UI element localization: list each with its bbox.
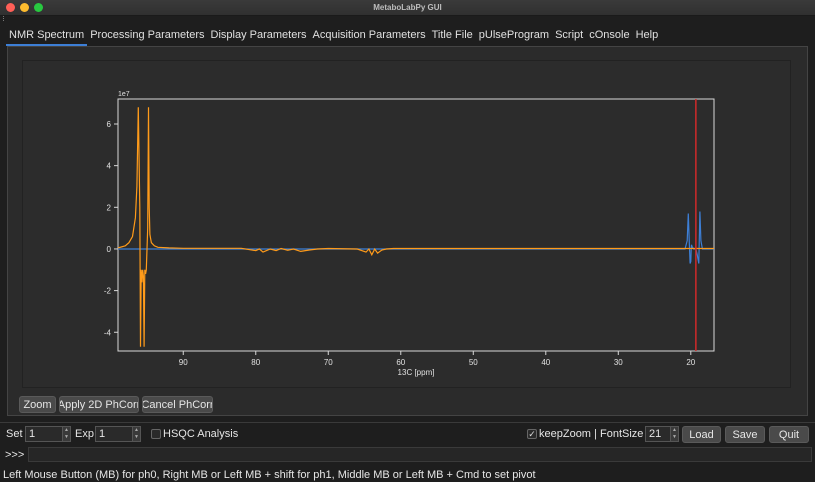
fontsize-label: FontSize xyxy=(600,428,644,440)
hsqc-analysis-label: HSQC Analysis xyxy=(163,428,239,440)
exp-label: Exp xyxy=(75,428,94,440)
x-tick-label: 70 xyxy=(324,358,333,367)
exp-stepper-icon[interactable]: ▲ ▼ xyxy=(132,427,140,441)
exp-spinbox[interactable]: 1 ▲ ▼ xyxy=(95,426,141,442)
x-tick-label: 60 xyxy=(396,358,405,367)
y-tick-label: 2 xyxy=(107,203,112,212)
x-tick-label: 50 xyxy=(469,358,478,367)
tab-display-parameters[interactable]: Display Parameters xyxy=(208,28,310,46)
tab-script[interactable]: Script xyxy=(552,28,586,46)
fontsize-stepper-icon[interactable]: ▲ ▼ xyxy=(670,427,678,441)
save-button[interactable]: Save xyxy=(725,426,765,443)
y-tick-label: 0 xyxy=(107,245,112,254)
fontsize-spinbox[interactable]: 21 ▲ ▼ xyxy=(645,426,679,442)
exp-value: 1 xyxy=(99,428,106,440)
load-button[interactable]: Load xyxy=(682,426,721,443)
y-tick-label: -4 xyxy=(104,328,112,337)
spectrum-line-orange xyxy=(118,107,714,347)
set-spinbox[interactable]: 1 ▲ ▼ xyxy=(25,426,71,442)
x-tick-label: 30 xyxy=(614,358,623,367)
status-bar-text: Left Mouse Button (MB) for ph0, Right MB… xyxy=(3,469,536,481)
tab-title-file[interactable]: Title File xyxy=(429,28,476,46)
keepzoom-label: keepZoom | xyxy=(539,428,597,440)
apply-2d-phcorr-button[interactable]: Apply 2D PhCorr xyxy=(59,396,139,413)
toolbar-grip[interactable] xyxy=(3,16,5,21)
console-input[interactable] xyxy=(28,447,812,462)
keepzoom-checkbox[interactable]: ✓ xyxy=(527,429,537,439)
axes-frame xyxy=(117,98,715,352)
quit-button[interactable]: Quit xyxy=(769,426,809,443)
spectrum-line-blue xyxy=(118,211,714,264)
fontsize-value: 21 xyxy=(649,428,662,440)
tab-pulse-program[interactable]: pUlseProgram xyxy=(476,28,552,46)
tab-console[interactable]: cOnsole xyxy=(586,28,632,46)
y-tick-label: 4 xyxy=(107,162,112,171)
set-stepper-icon[interactable]: ▲ ▼ xyxy=(62,427,70,441)
x-axis-label: 13C [ppm] xyxy=(398,368,435,377)
console-prompt: >>> xyxy=(5,449,25,461)
tab-help[interactable]: Help xyxy=(633,28,662,46)
y-tick-label: 6 xyxy=(107,120,112,129)
tab-processing-parameters[interactable]: Processing Parameters xyxy=(87,28,207,46)
window-title: MetaboLabPy GUI xyxy=(373,3,442,12)
x-tick-label: 20 xyxy=(686,358,695,367)
y-tick-label: -2 xyxy=(104,287,112,296)
divider xyxy=(0,422,815,423)
set-label: Set xyxy=(6,428,23,440)
tab-bar: NMR Spectrum Processing Parameters Displ… xyxy=(6,28,661,46)
title-bar: MetaboLabPy GUI xyxy=(0,0,815,16)
set-value: 1 xyxy=(29,428,36,440)
x-tick-label: 40 xyxy=(541,358,550,367)
zoom-button[interactable]: Zoom xyxy=(19,396,56,413)
hsqc-analysis-checkbox[interactable] xyxy=(151,429,161,439)
console-bar: >>> xyxy=(0,446,815,464)
tab-nmr-spectrum[interactable]: NMR Spectrum xyxy=(6,28,88,46)
y-exponent-label: 1e7 xyxy=(118,91,130,98)
nmr-spectrum-plot[interactable]: 90 80 70 60 50 40 30 20 -4 -2 0 2 4 6 1e7 13C [ppm] xyxy=(22,60,791,388)
x-tick-label: 80 xyxy=(251,358,260,367)
tab-acquisition-parameters[interactable]: Acquisition Parameters xyxy=(310,28,429,46)
x-tick-label: 90 xyxy=(179,358,188,367)
cancel-phcorr-button[interactable]: Cancel PhCorr xyxy=(142,396,213,413)
